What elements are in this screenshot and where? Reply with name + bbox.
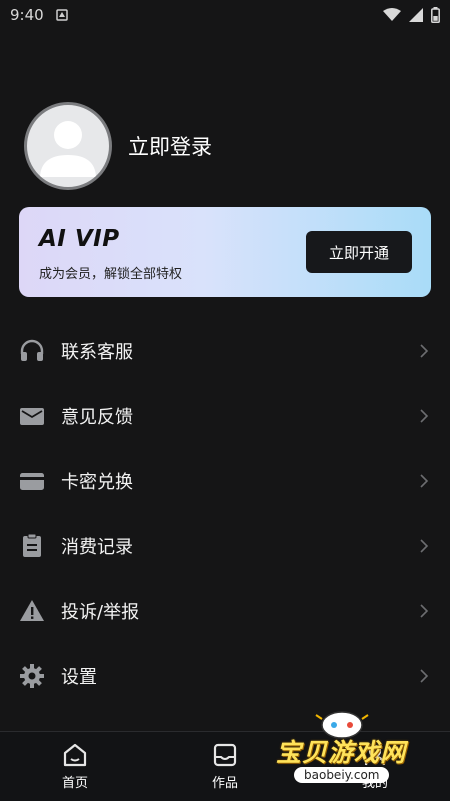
chevron-right-icon: [420, 603, 429, 618]
chevron-right-icon: [420, 538, 429, 553]
wifi-icon: [383, 8, 401, 21]
status-left: 9:40: [10, 6, 68, 24]
nav-tab-home[interactable]: 首页: [0, 732, 150, 801]
battery-icon: [431, 7, 440, 23]
vip-title: AI VIP: [39, 226, 120, 252]
menu-item-feedback[interactable]: 意见反馈: [0, 383, 450, 448]
home-icon: [63, 743, 87, 767]
menu-item-purchase-history[interactable]: 消费记录: [0, 513, 450, 578]
status-right: [383, 7, 440, 23]
profile-header[interactable]: 立即登录: [24, 102, 212, 190]
bottom-nav: 首页 作品 我的: [0, 731, 450, 801]
mail-icon: [19, 403, 45, 429]
menu-item-label: 设置: [61, 666, 97, 688]
inbox-icon: [213, 743, 237, 767]
headset-icon: [19, 338, 45, 364]
menu-list: 联系客服 意见反馈 卡密兑换 消费记录 投诉/举报 设置: [0, 318, 450, 708]
nav-tab-works[interactable]: 作品: [150, 732, 300, 801]
chevron-right-icon: [420, 343, 429, 358]
vip-activate-button[interactable]: 立即开通: [306, 231, 412, 273]
notification-icon: [55, 9, 68, 21]
nav-tab-label: 作品: [211, 776, 238, 791]
nav-tab-label: 首页: [61, 776, 88, 791]
chevron-right-icon: [420, 408, 429, 423]
warning-icon: [19, 598, 45, 624]
menu-item-label: 联系客服: [61, 341, 133, 363]
menu-item-label: 卡密兑换: [61, 471, 133, 493]
avatar[interactable]: [24, 102, 112, 190]
menu-item-report[interactable]: 投诉/举报: [0, 578, 450, 643]
chevron-right-icon: [420, 473, 429, 488]
menu-item-settings[interactable]: 设置: [0, 643, 450, 708]
menu-item-label: 投诉/举报: [61, 601, 140, 623]
login-link[interactable]: 立即登录: [128, 131, 212, 161]
nav-tab-mine[interactable]: 我的: [300, 732, 450, 801]
status-bar: 9:40: [0, 0, 450, 30]
nav-tab-label: 我的: [361, 776, 388, 791]
status-time: 9:40: [10, 6, 44, 24]
user-icon: [364, 744, 386, 766]
menu-item-card-redeem[interactable]: 卡密兑换: [0, 448, 450, 513]
clipboard-icon: [19, 533, 45, 559]
menu-item-label: 意见反馈: [61, 406, 133, 428]
gear-icon: [19, 663, 45, 689]
menu-item-contact-support[interactable]: 联系客服: [0, 318, 450, 383]
default-avatar-icon: [40, 121, 96, 177]
signal-icon: [409, 8, 423, 22]
card-icon: [19, 468, 45, 494]
menu-item-label: 消费记录: [61, 536, 133, 558]
vip-card[interactable]: AI VIP 成为会员，解锁全部特权 立即开通: [19, 207, 431, 297]
chevron-right-icon: [420, 668, 429, 683]
vip-subtitle: 成为会员，解锁全部特权: [39, 267, 183, 282]
